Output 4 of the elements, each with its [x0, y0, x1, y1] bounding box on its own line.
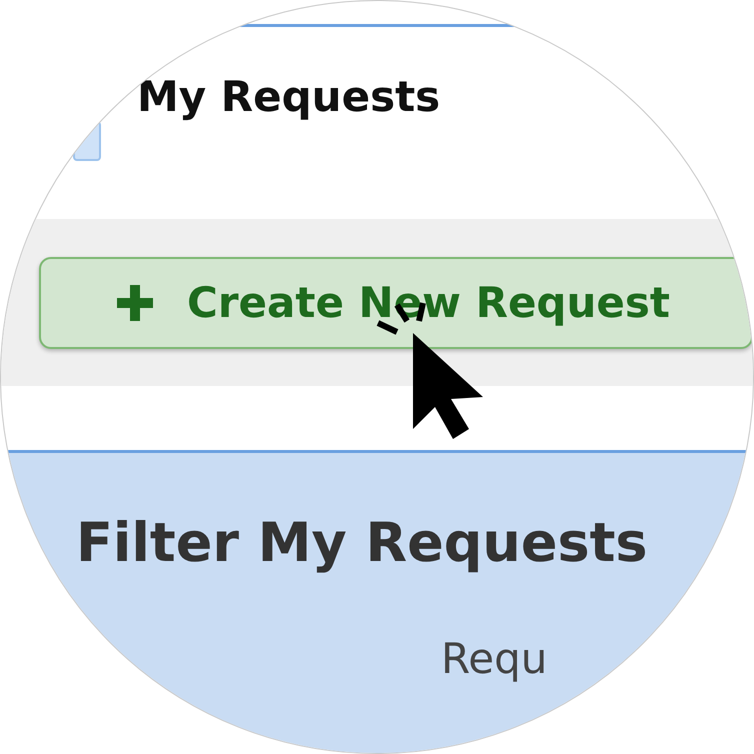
page-title: My Requests	[137, 71, 440, 123]
plus-icon	[115, 282, 155, 322]
panel-title: Filter My Requests	[76, 511, 649, 574]
field-label: Requ	[441, 634, 548, 683]
